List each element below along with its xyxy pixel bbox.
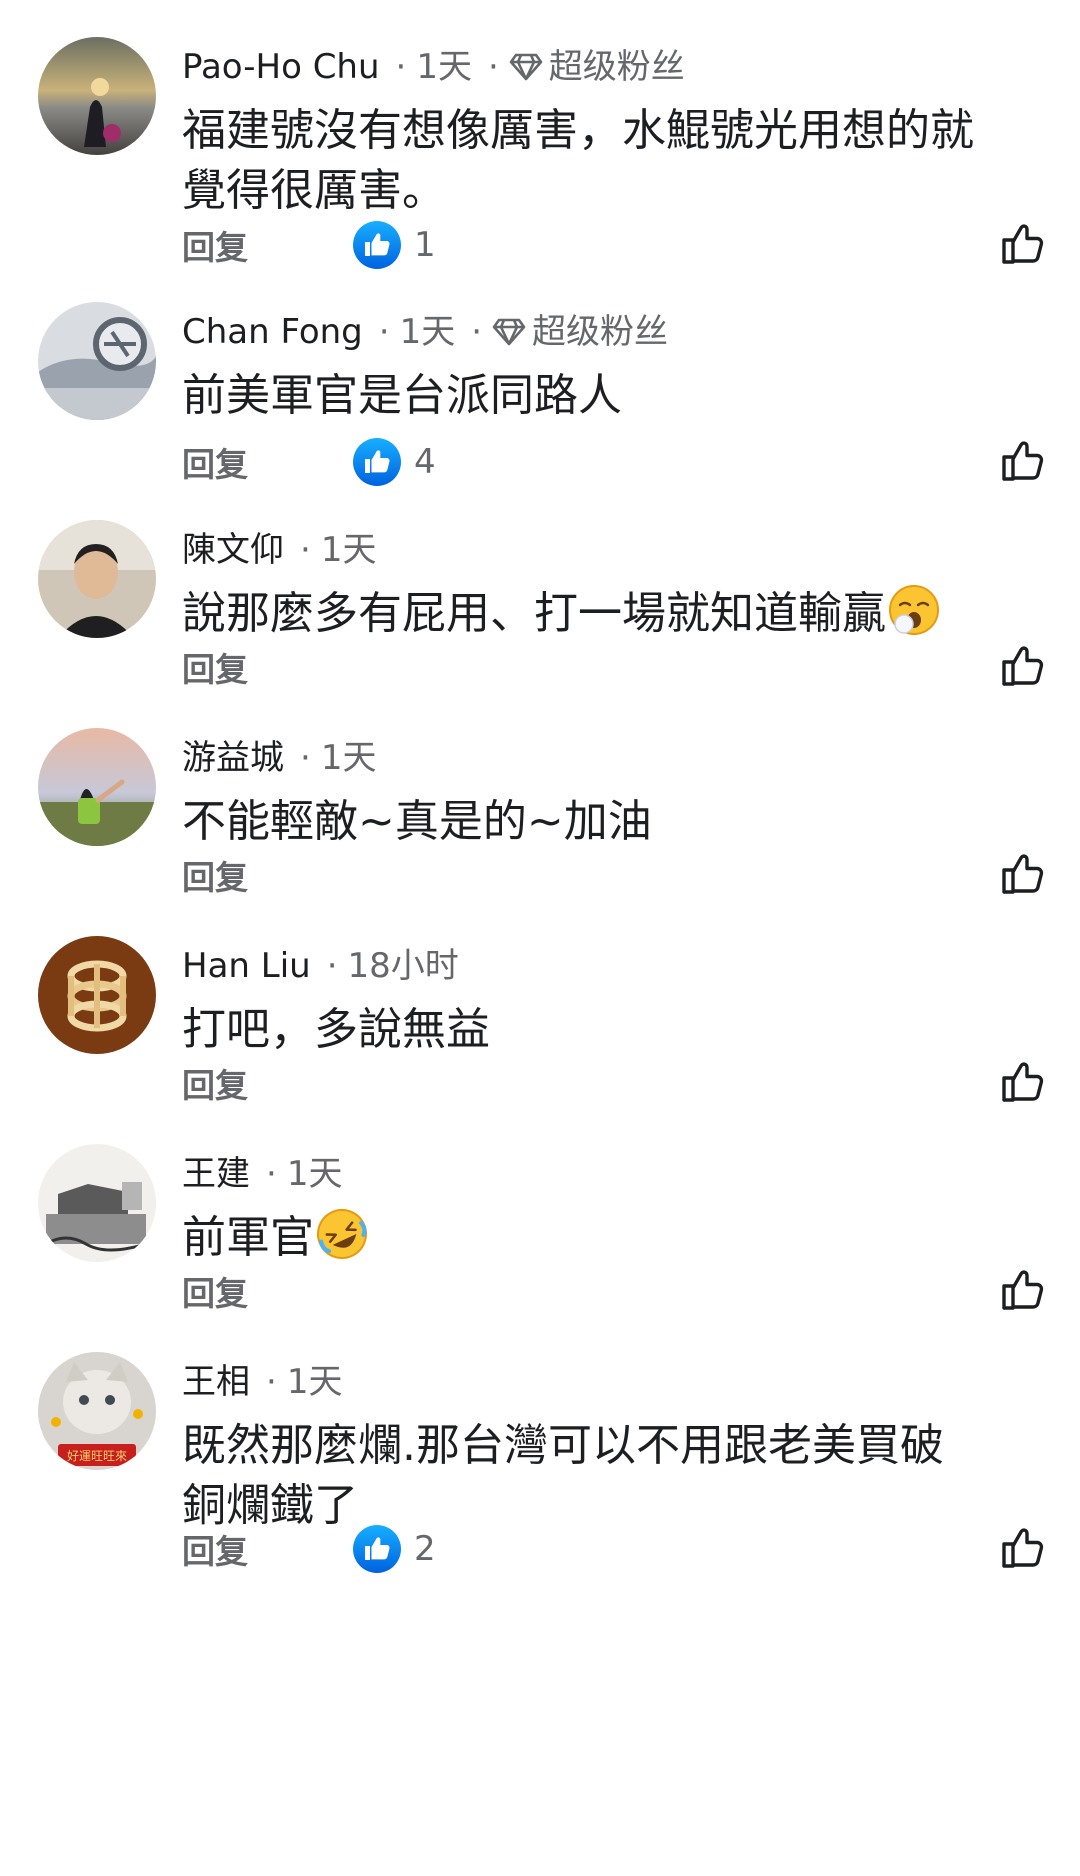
reaction-summary[interactable]: 2	[352, 1524, 436, 1574]
comment-line: 前軍官	[182, 1208, 1052, 1268]
separator: ·	[326, 946, 338, 986]
comment-actions: 回复 2	[182, 1524, 1062, 1584]
comment-text: 福建號沒有想像厲害，水鯤號光用想的就 覺得很厲害。	[182, 101, 1052, 221]
reply-button[interactable]: 回复	[182, 443, 248, 487]
author-name[interactable]: 王相	[182, 1360, 250, 1404]
top-fan-badge: 超级粉丝	[509, 45, 685, 89]
comment-line: 覺得很厲害。	[182, 165, 446, 216]
like-button[interactable]	[996, 218, 1048, 270]
timestamp[interactable]: 1天	[321, 528, 377, 572]
like-button[interactable]	[996, 848, 1048, 900]
comment-meta: 王建 · 1天	[182, 1152, 342, 1196]
comment-line-text: 前軍官	[182, 1212, 314, 1263]
separator: ·	[378, 312, 390, 352]
comment-line: 不能輕敵~真是的~加油	[182, 796, 652, 847]
comment-actions: 回复 1	[182, 220, 1062, 280]
comment-actions: 回复	[182, 850, 1062, 910]
thumb-up-filled-blue-icon	[352, 220, 402, 270]
comment-text: 既然那麼爛.那台灣可以不用跟老美買破 銅爛鐵了	[182, 1416, 1052, 1536]
reply-button[interactable]: 回复	[182, 1064, 248, 1108]
like-button[interactable]	[996, 1264, 1048, 1316]
author-name[interactable]: Chan Fong	[182, 310, 363, 354]
separator: ·	[395, 47, 407, 87]
like-button[interactable]	[996, 640, 1048, 692]
comment-meta: Chan Fong · 1天 · 超级粉丝	[182, 310, 668, 354]
reaction-count: 1	[414, 225, 436, 265]
avatar-caption: 好運旺旺來	[67, 1449, 127, 1463]
timestamp[interactable]: 1天	[416, 45, 472, 89]
avatar[interactable]	[38, 520, 156, 638]
timestamp[interactable]: 1天	[287, 1360, 343, 1404]
comment-text: 前美軍官是台派同路人	[182, 366, 1052, 426]
timestamp[interactable]: 1天	[321, 736, 377, 780]
reply-button[interactable]: 回复	[182, 226, 248, 270]
comment-line: 前美軍官是台派同路人	[182, 370, 622, 421]
author-name[interactable]: Han Liu	[182, 944, 311, 988]
timestamp[interactable]: 1天	[287, 1152, 343, 1196]
comment-line-text: 說那麼多有屁用、打一場就知道輸贏	[182, 588, 886, 639]
reaction-count: 2	[414, 1529, 436, 1569]
comment-text: 說那麼多有屁用、打一場就知道輸贏	[182, 584, 1052, 644]
comment-meta: 陳文仰 · 1天	[182, 528, 376, 572]
comment-meta: 王相 · 1天	[182, 1360, 342, 1404]
separator: ·	[300, 530, 311, 570]
timestamp[interactable]: 18小时	[348, 944, 459, 988]
comment-text: 不能輕敵~真是的~加油	[182, 792, 1052, 852]
like-button[interactable]	[996, 435, 1048, 487]
comment-meta: Pao-Ho Chu · 1天 · 超级粉丝	[182, 45, 685, 89]
like-button[interactable]	[996, 1056, 1048, 1108]
thumb-up-filled-blue-icon	[352, 1524, 402, 1574]
avatar[interactable]: 好運旺旺來	[38, 1352, 156, 1470]
separator: ·	[487, 47, 499, 87]
comment-line: 福建號沒有想像厲害，水鯤號光用想的就	[182, 105, 974, 156]
reply-button[interactable]: 回复	[182, 648, 248, 692]
yawning-face-emoji	[889, 585, 939, 635]
badge-label: 超级粉丝	[532, 312, 669, 352]
comment-actions: 回复 4	[182, 437, 1062, 497]
top-fan-badge: 超级粉丝	[492, 310, 668, 354]
author-name[interactable]: 王建	[182, 1152, 250, 1196]
author-name[interactable]: Pao-Ho Chu	[182, 45, 380, 89]
separator: ·	[300, 738, 311, 778]
diamond-icon	[492, 317, 526, 347]
rolling-laughing-emoji	[317, 1209, 367, 1259]
thumb-up-filled-blue-icon	[352, 437, 402, 487]
reaction-summary[interactable]: 1	[352, 220, 436, 270]
avatar[interactable]	[38, 936, 156, 1054]
avatar[interactable]	[38, 302, 156, 420]
comment-line: 說那麼多有屁用、打一場就知道輸贏	[182, 584, 1052, 644]
comment-meta: 游益城 · 1天	[182, 736, 376, 780]
avatar[interactable]	[38, 37, 156, 155]
comment-line: 既然那麼爛.那台灣可以不用跟老美買破	[182, 1420, 944, 1471]
badge-label: 超级粉丝	[548, 47, 685, 87]
comment-actions: 回复	[182, 642, 1062, 702]
comment-text: 前軍官	[182, 1208, 1052, 1268]
separator: ·	[266, 1362, 277, 1402]
timestamp[interactable]: 1天	[400, 310, 456, 354]
diamond-icon	[509, 52, 543, 82]
reply-button[interactable]: 回复	[182, 1272, 248, 1316]
comment-meta: Han Liu · 18小时	[182, 944, 459, 988]
separator: ·	[266, 1154, 277, 1194]
author-name[interactable]: 陳文仰	[182, 528, 284, 572]
author-name[interactable]: 游益城	[182, 736, 284, 780]
comment-line: 打吧，多說無益	[182, 1004, 490, 1055]
comment-actions: 回复	[182, 1058, 1062, 1118]
avatar[interactable]	[38, 728, 156, 846]
comment-actions: 回复	[182, 1266, 1062, 1326]
separator: ·	[471, 312, 483, 352]
reaction-summary[interactable]: 4	[352, 437, 436, 487]
reply-button[interactable]: 回复	[182, 856, 248, 900]
avatar[interactable]	[38, 1144, 156, 1262]
reaction-count: 4	[414, 442, 436, 482]
comment-text: 打吧，多說無益	[182, 1000, 1052, 1060]
reply-button[interactable]: 回复	[182, 1530, 248, 1574]
like-button[interactable]	[996, 1522, 1048, 1574]
